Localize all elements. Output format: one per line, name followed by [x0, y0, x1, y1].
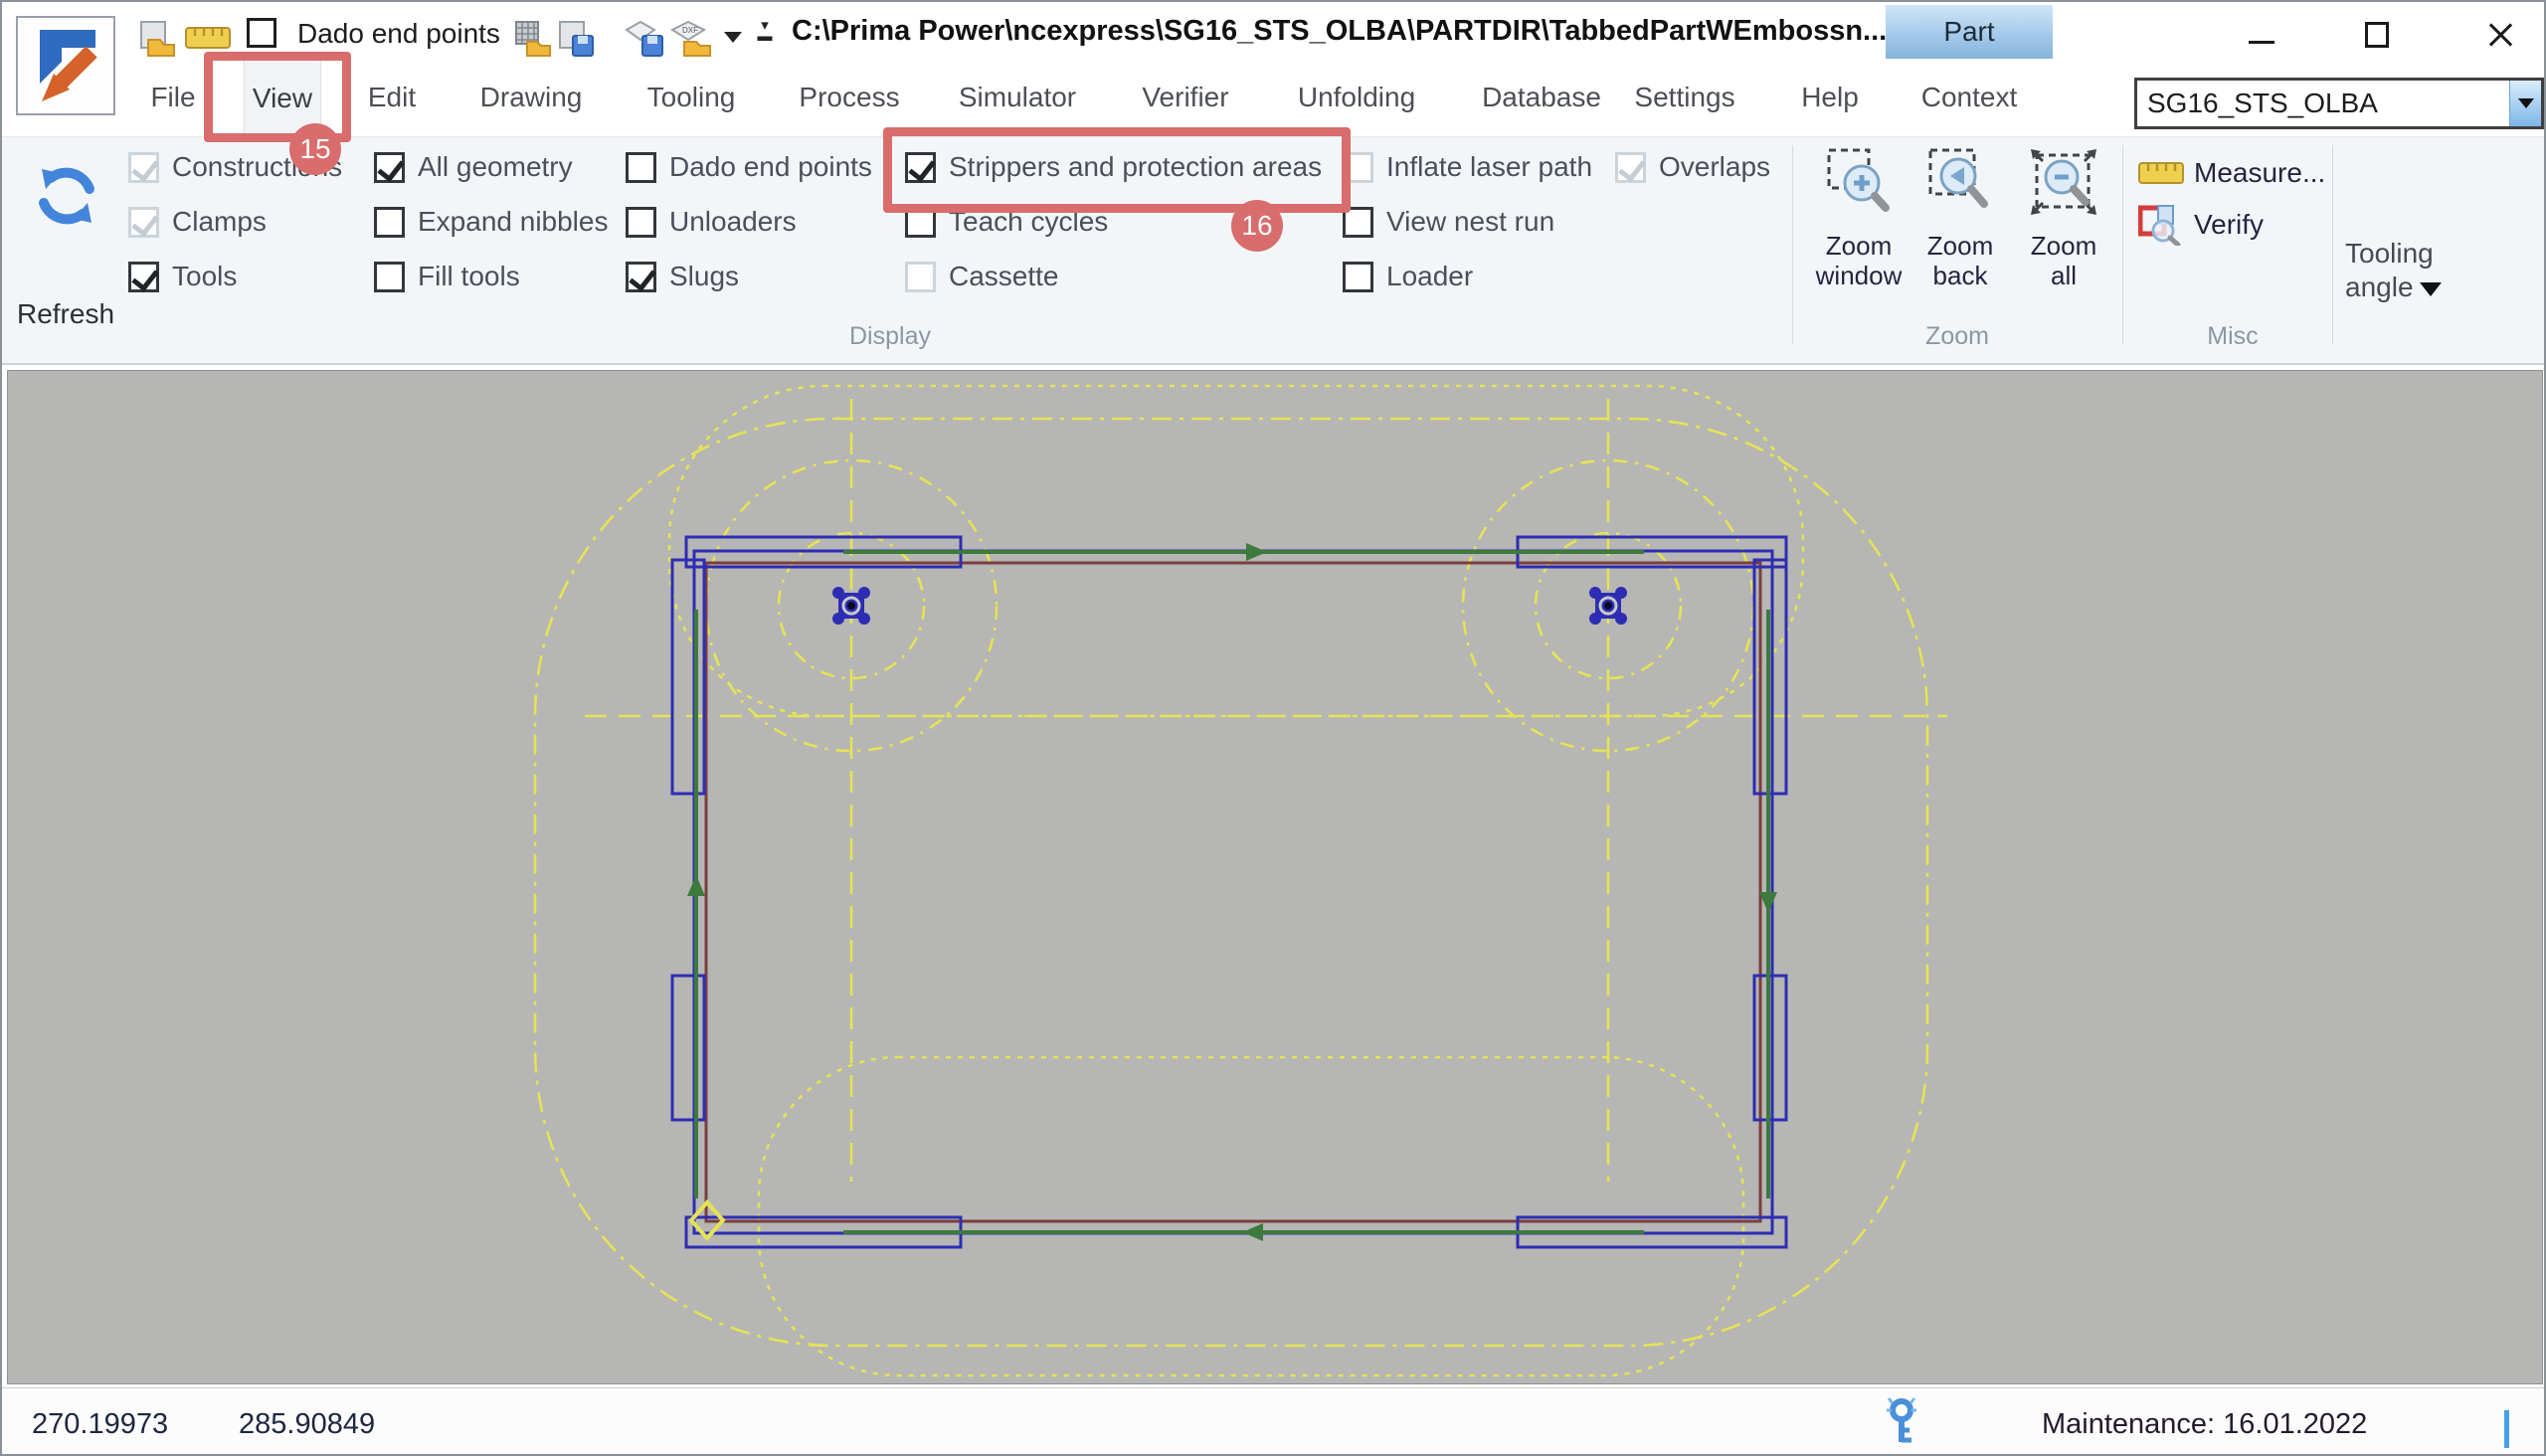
embossing-tool-marker: [832, 587, 1627, 625]
zoom-all-icon: [2029, 147, 2098, 217]
qat-more-dropdown-icon[interactable]: [724, 32, 742, 43]
maximize-icon: [2365, 22, 2389, 48]
checkbox-dado-end-points[interactable]: Dado end points: [626, 145, 872, 189]
save-geometry-icon[interactable]: [625, 20, 664, 56]
zoom-window-icon: [1826, 147, 1892, 217]
save-part-icon[interactable]: [557, 20, 597, 56]
license-key-icon: [1885, 1396, 1918, 1448]
checkbox-tools[interactable]: Tools: [128, 255, 237, 298]
export-dxf-icon[interactable]: DXF: [670, 20, 710, 56]
title-bar: Dado end points D: [2, 2, 2546, 59]
tab-process[interactable]: Process: [791, 59, 907, 136]
zoom-group-label: Zoom: [1925, 322, 1989, 351]
open-part-icon[interactable]: [138, 20, 178, 56]
zoom-back-icon: [1927, 147, 1993, 217]
checkbox-loader[interactable]: Loader: [1343, 255, 1473, 298]
checkbox-cassette[interactable]: Cassette: [905, 255, 1059, 298]
checkbox-overlaps[interactable]: Overlaps: [1615, 145, 1770, 189]
close-button[interactable]: [2480, 18, 2520, 52]
tab-help[interactable]: Help: [1793, 59, 1867, 136]
part-contour: [706, 563, 1760, 1221]
context-part-tab[interactable]: Part: [1886, 5, 2053, 59]
minimize-icon: [2249, 41, 2274, 44]
annotation-badge-15: 15: [289, 123, 341, 175]
tab-settings[interactable]: Settings: [1626, 59, 1742, 136]
tooling-angle-dropdown-icon: [2420, 282, 2442, 296]
minimize-button[interactable]: [2242, 18, 2281, 52]
tooling-angle-button[interactable]: Tooling angle: [2345, 237, 2534, 304]
measure-icon: [2138, 160, 2184, 186]
zoom-all-button[interactable]: Zoomall: [2009, 147, 2118, 351]
app-logo[interactable]: [16, 16, 115, 115]
nc-express-logo-icon: [18, 18, 113, 113]
status-bar: 270.19973 285.90849 Maintenance: 16.01.2…: [2, 1387, 2546, 1456]
part-drawing-canvas[interactable]: [7, 370, 2543, 1384]
ribbon-separator: [2332, 145, 2333, 344]
close-icon: [2487, 22, 2513, 48]
checkbox-view-nest-run[interactable]: View nest run: [1343, 200, 1554, 244]
refresh-icon: [34, 163, 99, 229]
checkbox-slugs[interactable]: Slugs: [626, 255, 739, 298]
tab-unfolding[interactable]: Unfolding: [1290, 59, 1423, 136]
zoom-window-button[interactable]: Zoomwindow: [1804, 147, 1913, 351]
dado-end-points-quick-checkbox[interactable]: [247, 18, 276, 48]
svg-text:DXF: DXF: [682, 26, 698, 35]
tab-context[interactable]: Context: [1913, 59, 2026, 136]
measure-button[interactable]: Measure...: [2138, 151, 2325, 195]
cursor-y-coordinate: 285.90849: [239, 1408, 375, 1441]
annotation-badge-16: 16: [1231, 200, 1283, 252]
tab-edit[interactable]: Edit: [360, 59, 424, 136]
tab-verifier[interactable]: Verifier: [1134, 59, 1236, 136]
annotation-box-strippers: [883, 127, 1351, 213]
checkbox-unloaders[interactable]: Unloaders: [626, 200, 797, 244]
refresh-button[interactable]: Refresh: [6, 141, 125, 356]
dado-end-points-quick-label: Dado end points: [297, 18, 500, 50]
window-title-path: C:\Prima Power\ncexpress\SG16_STS_OLBA\P…: [792, 15, 1887, 48]
ribbon-separator: [2122, 145, 2123, 344]
zoom-back-button[interactable]: Zoomback: [1906, 147, 2015, 351]
machine-selector-combobox[interactable]: SG16_STS_OLBA: [2134, 78, 2544, 129]
checkbox-clamps[interactable]: Clamps: [128, 200, 267, 244]
checkbox-fill-tools[interactable]: Fill tools: [374, 255, 520, 298]
nibble-grid-icon[interactable]: [513, 20, 553, 56]
display-group-label: Display: [849, 322, 931, 351]
machine-selector-value: SG16_STS_OLBA: [2137, 88, 2509, 119]
tab-drawing[interactable]: Drawing: [472, 59, 591, 136]
misc-group-label: Misc: [2207, 322, 2258, 351]
part-outline: [672, 537, 1786, 1247]
status-caret: [2504, 1410, 2509, 1448]
machine-selector-dropdown-icon[interactable]: [2509, 81, 2541, 126]
checkbox-expand-nibbles[interactable]: Expand nibbles: [374, 200, 608, 244]
qat-position-icon[interactable]: ▾▬: [754, 20, 776, 46]
cursor-x-coordinate: 270.19973: [32, 1408, 168, 1441]
part-drawing: [8, 371, 2542, 1383]
maximize-button[interactable]: [2357, 18, 2397, 52]
checkbox-all-geometry[interactable]: All geometry: [374, 145, 573, 189]
tab-file[interactable]: File: [142, 59, 203, 136]
verify-button[interactable]: Verify: [2138, 203, 2264, 247]
verify-icon: [2138, 204, 2184, 246]
tab-database[interactable]: Database: [1474, 59, 1609, 136]
nc-express-window: Dado end points D: [0, 0, 2546, 1456]
menu-bar: File View Edit Drawing Tooling Process S…: [2, 59, 2546, 136]
refresh-label: Refresh: [6, 298, 125, 330]
tab-tooling[interactable]: Tooling: [639, 59, 744, 136]
ribbon-separator: [1792, 145, 1793, 344]
checkbox-inflate-laser-path[interactable]: Inflate laser path: [1343, 145, 1592, 189]
tab-simulator[interactable]: Simulator: [951, 59, 1084, 136]
maintenance-date: Maintenance: 16.01.2022: [2042, 1408, 2367, 1441]
